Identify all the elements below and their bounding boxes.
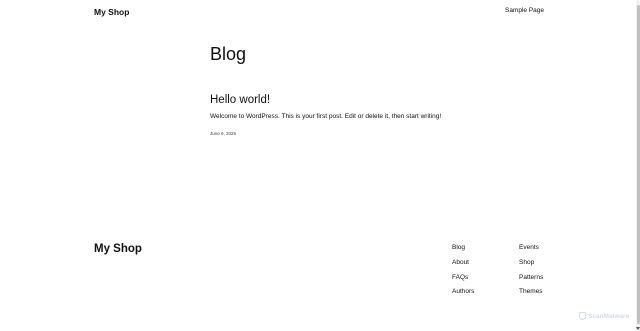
post-excerpt: Welcome to WordPress. This is your first…	[210, 113, 442, 120]
footer-link-themes[interactable]: Themes	[519, 288, 543, 303]
vertical-scrollbar[interactable]	[636, 0, 640, 331]
footer-link-about[interactable]: About	[452, 259, 474, 274]
scrollbar-thumb[interactable]	[636, 5, 640, 324]
watermark-text: ScanMalware	[588, 312, 630, 320]
footer-link-blog[interactable]: Blog	[452, 244, 474, 259]
shield-icon	[579, 312, 586, 320]
nav-link-sample-page[interactable]: Sample Page	[505, 7, 544, 14]
footer-link-faqs[interactable]: FAQs	[452, 274, 474, 289]
footer-link-shop[interactable]: Shop	[519, 259, 543, 274]
footer-site-title-link[interactable]: My Shop	[94, 243, 142, 255]
footer-nav-column-1: Blog About FAQs Authors	[452, 244, 474, 303]
page-title: Blog	[210, 44, 247, 64]
footer-link-authors[interactable]: Authors	[452, 288, 474, 303]
post-title-link[interactable]: Hello world!	[210, 94, 270, 106]
footer-nav-column-2: Events Shop Patterns Themes	[519, 244, 543, 303]
footer-link-events[interactable]: Events	[519, 244, 543, 259]
scroll-down-arrow-icon[interactable]	[636, 327, 640, 330]
post-date-link[interactable]: June 9, 2025	[210, 131, 236, 136]
footer-link-patterns[interactable]: Patterns	[519, 274, 543, 289]
scanmalware-watermark: ScanMalware	[579, 312, 629, 320]
site-title-link[interactable]: My Shop	[94, 7, 129, 17]
